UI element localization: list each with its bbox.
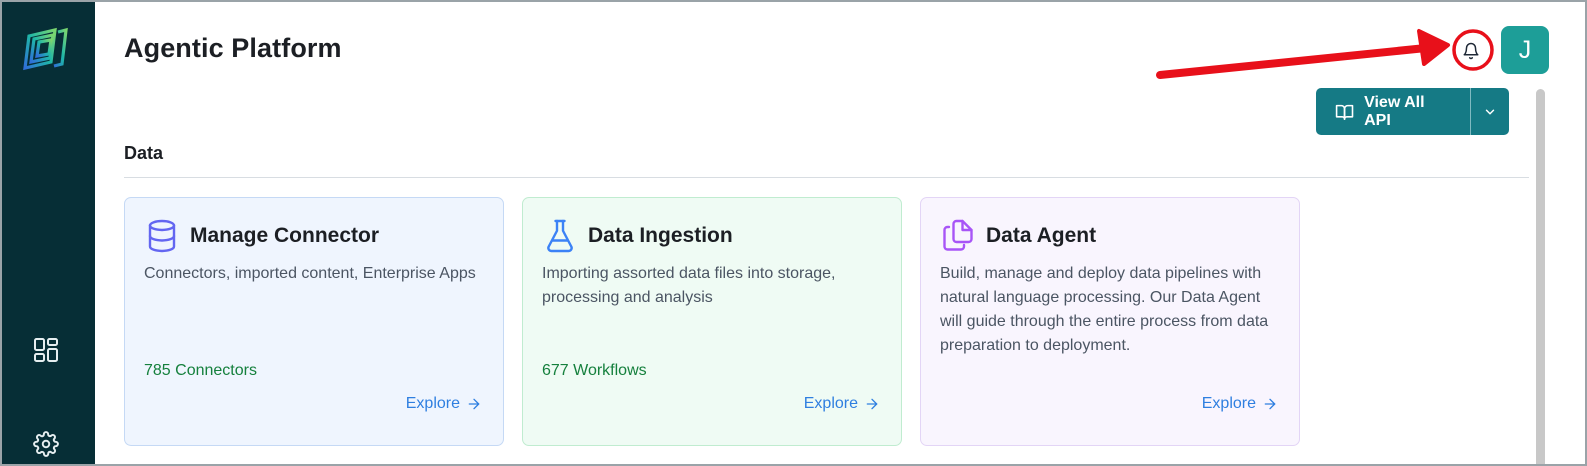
user-avatar[interactable]: J bbox=[1501, 26, 1549, 74]
book-open-icon bbox=[1335, 104, 1354, 120]
card-manage-connector[interactable]: Manage Connector Connectors, imported co… bbox=[124, 197, 504, 446]
card-title: Data Agent bbox=[986, 224, 1097, 247]
card-description: Build, manage and deploy data pipelines … bbox=[940, 265, 1269, 354]
vertical-scrollbar[interactable] bbox=[1536, 89, 1545, 464]
notifications-button[interactable] bbox=[1456, 36, 1486, 66]
card-description: Connectors, imported content, Enterprise… bbox=[144, 265, 476, 282]
arrow-right-icon bbox=[866, 398, 878, 410]
main-content: Agentic Platform J View All API Data Man… bbox=[95, 2, 1585, 464]
dashboard-icon[interactable] bbox=[28, 332, 64, 368]
card-title: Data Ingestion bbox=[588, 224, 733, 247]
card-data-ingestion[interactable]: Data Ingestion Importing assorted data f… bbox=[522, 197, 902, 446]
section-divider bbox=[124, 177, 1529, 178]
explore-label: Explore bbox=[405, 395, 460, 412]
section-title: Data bbox=[124, 143, 164, 163]
card-data-agent[interactable]: Data Agent Build, manage and deploy data… bbox=[920, 197, 1300, 446]
card-count: 785 Connectors bbox=[144, 362, 257, 379]
arrow-right-icon bbox=[1264, 398, 1276, 410]
explore-link[interactable]: Explore bbox=[804, 395, 880, 413]
explore-label: Explore bbox=[1201, 395, 1256, 412]
explore-label: Explore bbox=[803, 395, 858, 412]
explore-link[interactable]: Explore bbox=[406, 395, 482, 413]
card-header: Data Ingestion bbox=[542, 218, 733, 254]
app-window: Agentic Platform J View All API Data Man… bbox=[0, 0, 1587, 466]
flask-icon bbox=[547, 219, 573, 253]
api-dropdown-toggle[interactable] bbox=[1471, 88, 1509, 135]
sidebar bbox=[2, 2, 95, 464]
chevron-down-icon bbox=[1485, 109, 1495, 114]
page-title: Agentic Platform bbox=[124, 33, 342, 63]
card-description: Importing assorted data files into stora… bbox=[542, 265, 836, 306]
api-button-group: View All API bbox=[1316, 88, 1509, 135]
files-icon bbox=[943, 219, 973, 251]
gear-icon[interactable] bbox=[28, 426, 64, 462]
card-header: Data Agent bbox=[940, 218, 1096, 254]
view-all-api-button[interactable]: View All API bbox=[1316, 88, 1471, 135]
logo-icon[interactable] bbox=[20, 24, 72, 76]
card-title: Manage Connector bbox=[190, 224, 380, 247]
explore-link[interactable]: Explore bbox=[1202, 395, 1278, 413]
arrow-right-icon bbox=[468, 398, 480, 410]
card-count: 677 Workflows bbox=[542, 362, 647, 379]
bell-icon bbox=[1463, 42, 1479, 60]
view-all-api-label: View All API bbox=[1364, 93, 1425, 129]
card-header: Manage Connector bbox=[144, 218, 379, 254]
database-icon bbox=[148, 219, 176, 253]
